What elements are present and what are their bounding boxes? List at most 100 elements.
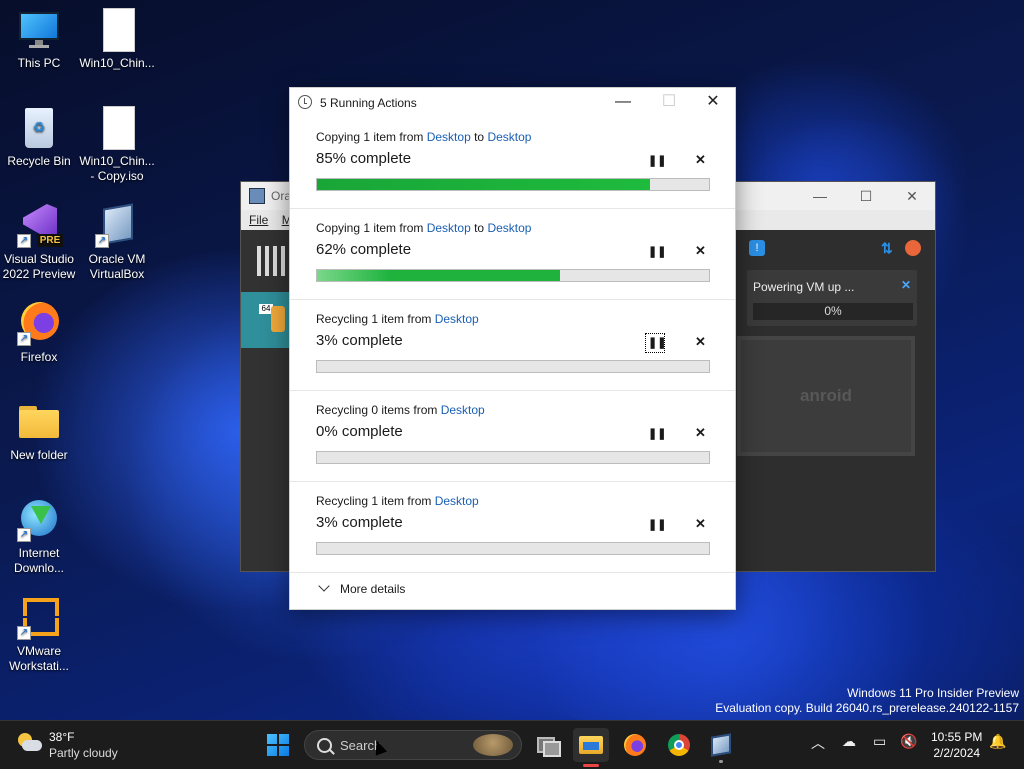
operation-recycle-3: Recycling 1 item from Desktop 3% complet… [290, 482, 735, 573]
desktop-icon-iso-file[interactable]: Win10_Chin... [78, 8, 156, 71]
cancel-icon[interactable]: ✕ [695, 516, 706, 532]
desktop-icon-label: Oracle VM VirtualBox [88, 252, 146, 281]
operation-description: Recycling 1 item from Desktop [316, 312, 479, 326]
volume-muted-icon[interactable]: 🔇 [900, 733, 917, 750]
destination-link[interactable]: Desktop [487, 130, 531, 144]
operation-mid: to [470, 221, 488, 235]
operation-recycle-1: Recycling 1 item from Desktop 3% complet… [290, 300, 735, 391]
task-view-button[interactable] [529, 728, 565, 762]
pause-icon[interactable]: ❚❚ [648, 245, 666, 259]
pause-icon[interactable]: ❚❚ [648, 154, 666, 168]
source-link[interactable]: Desktop [435, 494, 479, 508]
cancel-icon[interactable]: ✕ [695, 152, 706, 168]
android-vm-icon [271, 306, 285, 332]
visual-studio-icon: PRE ↗ [17, 204, 63, 248]
pause-icon[interactable]: ❚❚ [645, 333, 666, 353]
source-link[interactable]: Desktop [427, 130, 471, 144]
file-icon [95, 106, 139, 150]
settings-icon[interactable] [905, 240, 921, 256]
pause-icon[interactable]: ❚❚ [648, 427, 666, 441]
shortcut-arrow-icon: ↗ [17, 332, 31, 346]
show-hidden-icons-button[interactable]: ︿ [811, 733, 825, 753]
desktop-icon-internet-download-manager[interactable]: ↗ Internet Downlo... [0, 498, 78, 576]
shortcut-arrow-icon: ↗ [95, 234, 109, 248]
desktop-icon-this-pc[interactable]: This PC [0, 8, 78, 71]
search-box[interactable]: Search [304, 730, 522, 760]
cancel-icon[interactable]: ✕ [695, 243, 706, 259]
sort-icon[interactable]: ⇅ [881, 240, 895, 256]
minimize-button[interactable]: — [797, 182, 843, 210]
file-icon [95, 8, 139, 52]
virtualbox-sidebar [241, 230, 289, 571]
cancel-icon[interactable]: ✕ [695, 334, 706, 350]
operation-prefix: Copying 1 item from [316, 221, 427, 235]
source-link[interactable]: Desktop [427, 221, 471, 235]
virtualbox-details-pane: ! ⇅ Powering VM up ... ✕ 0% anroid [737, 230, 935, 571]
desktop-icon-label: Internet Downlo... [13, 546, 65, 575]
maximize-button: ☐ [661, 93, 677, 110]
desktop-icon-firefox[interactable]: ↗ Firefox [0, 302, 78, 365]
operation-status: 3% complete [316, 332, 403, 349]
clock-date: 2/2/2024 [933, 746, 981, 760]
operation-prefix: Recycling 1 item from [316, 312, 435, 326]
desktop-icon-label: This PC [17, 56, 61, 70]
globe-download-icon: ↗ [17, 498, 61, 542]
vmware-icon: ↗ [17, 596, 61, 640]
desktop-icon-vmware[interactable]: ↗ VMware Workstati... [0, 596, 78, 674]
close-notification-icon[interactable]: ✕ [901, 278, 911, 292]
vm-preview: anroid [737, 336, 915, 456]
progress-track [316, 360, 710, 373]
desktop-icon-virtualbox[interactable]: ↗ Oracle VM VirtualBox [78, 203, 156, 282]
chevron-down-icon [318, 580, 330, 592]
desktop-icon-recycle-bin[interactable]: ♻ Recycle Bin [0, 106, 78, 169]
watermark-line-1: Windows 11 Pro Insider Preview [847, 686, 1019, 700]
minimize-button[interactable]: — [600, 88, 646, 118]
pause-icon[interactable]: ❚❚ [648, 518, 666, 532]
monitor-icon [17, 8, 61, 52]
menu-file[interactable]: File [249, 213, 268, 227]
powering-notification: Powering VM up ... ✕ 0% [747, 270, 917, 326]
weather-temp: 38°F [49, 730, 75, 744]
tools-icon[interactable] [257, 246, 285, 276]
network-icon[interactable]: ▭ [873, 733, 886, 750]
operation-copy-2: Copying 1 item from Desktop to Desktop 6… [290, 209, 735, 300]
shortcut-arrow-icon: ↗ [17, 234, 31, 248]
operation-description: Recycling 1 item from Desktop [316, 494, 479, 508]
more-details-button[interactable]: More details [318, 580, 405, 596]
file-explorer-button[interactable] [573, 728, 609, 762]
desktop-icon-iso-copy[interactable]: Win10_Chin... - Copy.iso [78, 106, 156, 184]
desktop-icon-label: Win10_Chin... [79, 56, 155, 70]
desktop-icon-new-folder[interactable]: New folder [0, 400, 78, 463]
operation-status: 3% complete [316, 514, 403, 531]
firefox-taskbar-button[interactable] [617, 728, 653, 762]
destination-link[interactable]: Desktop [487, 221, 531, 235]
onedrive-icon[interactable]: ☁ [842, 733, 856, 750]
progress-track [316, 178, 710, 191]
desktop-icon-label: Firefox [20, 350, 58, 364]
running-actions-dialog[interactable]: 5 Running Actions — ☐ ✕ Copying 1 item f… [289, 87, 736, 610]
virtualbox-taskbar-button[interactable] [703, 728, 739, 763]
progress-track [316, 451, 710, 464]
dialog-titlebar[interactable]: 5 Running Actions — ☐ ✕ [290, 88, 735, 118]
desktop-icon-visual-studio[interactable]: PRE ↗ Visual Studio 2022 Preview [0, 204, 78, 282]
source-link[interactable]: Desktop [435, 312, 479, 326]
operation-description: Copying 1 item from Desktop to Desktop [316, 221, 531, 235]
search-highlight-icon [473, 734, 513, 756]
source-link[interactable]: Desktop [441, 403, 485, 417]
close-button[interactable]: ✕ [690, 88, 736, 118]
notifications-bell-icon[interactable]: 🔔 [989, 733, 1006, 750]
start-button[interactable] [260, 728, 296, 762]
firefox-icon [624, 734, 646, 756]
vm-list-item[interactable]: 64 [241, 292, 291, 348]
active-app-indicator [583, 764, 599, 767]
cancel-icon[interactable]: ✕ [695, 425, 706, 441]
notification-icon[interactable]: ! [749, 240, 765, 256]
progress-fill [317, 179, 651, 190]
operation-status: 85% complete [316, 150, 412, 167]
system-clock[interactable]: 10:55 PM 2/2/2024 [931, 729, 982, 761]
operation-mid: to [470, 130, 488, 144]
desktop-icon-label: New folder [10, 448, 68, 462]
maximize-button[interactable]: ☐ [843, 182, 889, 210]
chrome-taskbar-button[interactable] [661, 728, 697, 762]
close-button[interactable]: ✕ [889, 182, 935, 210]
